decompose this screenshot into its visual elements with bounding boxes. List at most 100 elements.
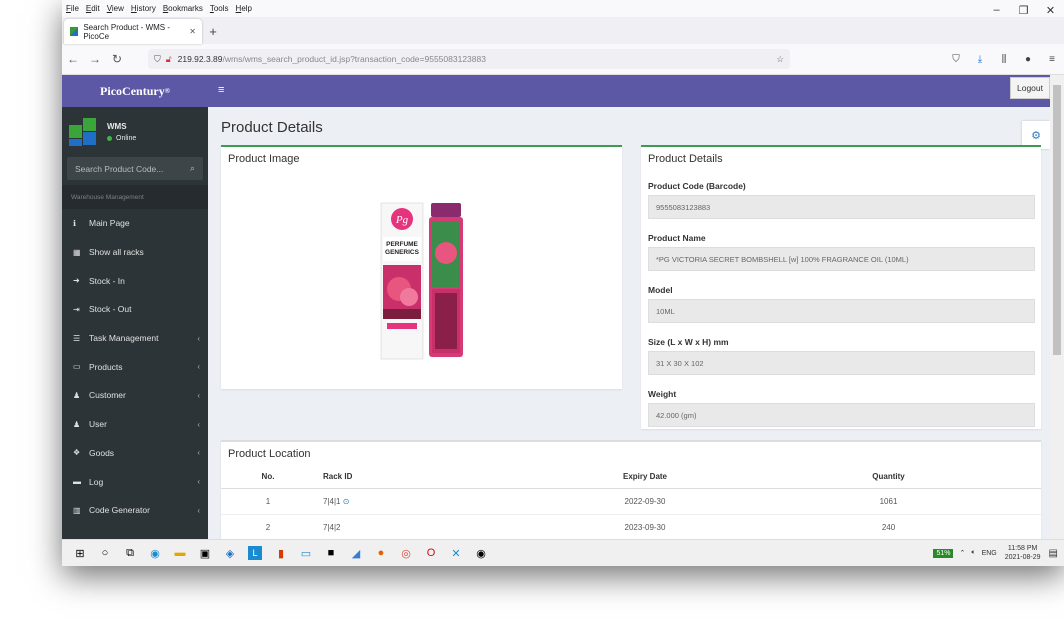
sidebar-section-header: Warehouse Management [62,185,208,209]
menu-bar: File Edit View History Bookmarks Tools H… [62,0,1064,17]
sign-in-icon: ➜ [73,276,80,286]
field-label-size: Size (L x W x H) mm [648,337,729,347]
location-table: No. Rack ID Expiry Date Quantity 1 7|4|1… [221,464,1041,540]
sidebar-item-label: Main Page [89,218,130,229]
library-icon[interactable]: ⫼ [992,54,1016,65]
scrollbar-thumb[interactable] [1053,85,1061,355]
table-row[interactable]: 1 7|4|1 ⊙ 2022-09-30 1061 [221,488,1041,515]
menu-tools[interactable]: Tools [210,4,229,13]
url-bar[interactable]: ⛉ 🔓︎ 219.92.3.89/wms/wms_search_product_… [148,49,790,69]
menu-help[interactable]: Help [236,4,252,13]
shield-icon[interactable]: ⛉ [154,54,161,65]
main-content: Product Details ⚙ Product Image Pg PERFU… [208,107,1050,540]
chevron-left-icon: ‹ [197,505,200,515]
minimize-icon[interactable]: – [983,0,1010,20]
task-view-icon[interactable]: ⧉ [118,543,142,563]
tab-bar: Search Product - WMS - PicoCe ✕ + [62,17,1064,44]
cell-quantity: 1061 [736,488,1041,515]
notification-icon[interactable]: ▤ [1049,548,1058,559]
app-tool-icon[interactable]: ◢ [344,543,368,563]
tab-close-icon[interactable]: ✕ [189,27,196,36]
rack-id-link[interactable]: 7|4|1 [323,497,341,506]
page-scrollbar[interactable] [1050,75,1064,540]
sidebar-item-label: Log [89,476,104,487]
app-window-icon[interactable]: ▭ [294,543,318,563]
speaker-icon[interactable]: 🔈︎ [971,549,975,557]
sidebar-item-label: Products [89,361,123,372]
info-icon: ℹ [73,218,77,228]
menu-history[interactable]: History [131,4,156,13]
bookmark-star-icon[interactable]: ☆ [776,54,784,65]
sidebar-item-code-generator[interactable]: ▥ Code Generator ‹ [62,496,208,525]
vs-icon[interactable]: ✕ [444,543,468,563]
browser-tab[interactable]: Search Product - WMS - PicoCe ✕ [64,19,202,44]
barcode-field[interactable]: 9555083123883 [648,195,1035,219]
search-icon[interactable]: ○ [93,543,117,563]
store-icon[interactable]: ▣ [193,543,217,563]
sidebar-item-show-all-racks[interactable]: ▦ Show all racks [62,238,208,267]
size-field[interactable]: 31 X 30 X 102 [648,351,1035,375]
windows-start-icon[interactable]: ⊞ [68,543,92,563]
github-icon[interactable]: ◉ [469,543,493,563]
locate-icon[interactable]: ⊙ [343,497,350,506]
account-icon[interactable]: ● [1016,54,1040,65]
tray-chevron-icon[interactable]: ⌃ [959,549,965,557]
forward-icon[interactable]: → [84,52,106,66]
insecure-lock-icon[interactable]: 🔓︎ [166,54,172,65]
restore-icon[interactable]: ❐ [1010,0,1037,20]
sidebar-item-stock-in[interactable]: ➜ Stock - In [62,266,208,295]
sidebar-item-main-page[interactable]: ℹ Main Page [62,209,208,238]
sidebar-item-stock-out[interactable]: ⇥ Stock - Out [62,295,208,324]
reload-icon[interactable]: ↻ [106,52,128,66]
svg-text:Pg: Pg [395,214,409,226]
battery-indicator[interactable]: 51% [933,548,954,558]
table-row[interactable]: 2 7|4|2 2023-09-30 240 [221,514,1041,540]
clock[interactable]: 11:58 PM 2021-08-29 [1005,544,1041,562]
menu-bookmarks[interactable]: Bookmarks [163,4,203,13]
user-icon: ♟ [73,419,81,429]
menu-toggle-icon[interactable]: ≡ [218,84,224,96]
sidebar-item-log[interactable]: ▬ Log ‹ [62,467,208,496]
clock-date: 2021-08-29 [1004,554,1041,561]
download-icon[interactable]: ⤓ [968,54,992,65]
new-tab-icon[interactable]: + [202,19,224,44]
user-panel: WMS Online [62,107,208,157]
cell-expiry: 2022-09-30 [554,488,736,515]
back-icon[interactable]: ← [62,52,84,66]
menu-edit[interactable]: Edit [86,4,100,13]
product-image-box: Product Image Pg PERFUME GENERICS [221,145,622,389]
terminal-icon[interactable]: ■ [319,543,343,563]
brand-logo[interactable]: PicoCentury ® [62,75,208,107]
hamburger-menu-icon[interactable]: ≡ [1040,54,1064,65]
user-icon: ♟ [73,390,81,400]
sidebar-item-products[interactable]: ▭ Products ‹ [62,352,208,381]
sidebar-item-customer[interactable]: ♟ Customer ‹ [62,381,208,410]
model-field[interactable]: 10ML [648,299,1035,323]
office-icon[interactable]: ▮ [269,543,293,563]
product-name-field[interactable]: *PG VICTORIA SECRET BOMBSHELL [w] 100% F… [648,247,1035,271]
sidebar-item-task-management[interactable]: ☰ Task Management ‹ [62,324,208,353]
search-icon[interactable]: ⌕ [190,163,195,174]
menu-file[interactable]: File [66,4,79,13]
app-l-icon[interactable]: L [248,546,262,560]
menu-view[interactable]: View [107,4,124,13]
web-app: PicoCentury ® WMS Online Search Product C… [62,75,1050,540]
chrome-icon[interactable]: ◎ [394,543,418,563]
close-icon[interactable]: ✕ [1037,0,1064,20]
firefox-icon[interactable]: ● [369,543,393,563]
cell-no: 1 [221,488,315,515]
sidebar-item-goods[interactable]: ❖ Goods ‹ [62,439,208,468]
network-app-icon[interactable]: ◈ [218,543,242,563]
sidebar-menu: ℹ Main Page ▦ Show all racks ➜ Stock - In ⇥… [62,209,208,525]
file-explorer-icon[interactable]: ▬ [168,543,192,563]
product-search-input[interactable]: Search Product Code... ⌕ [67,157,203,180]
opera-icon[interactable]: O [419,543,443,563]
pocket-icon[interactable]: ⛉ [944,54,968,65]
sidebar-item-user[interactable]: ♟ User ‹ [62,410,208,439]
chevron-left-icon: ‹ [197,448,200,458]
weight-field[interactable]: 42.000 (gm) [648,403,1035,427]
edge-icon[interactable]: ◉ [143,543,167,563]
url-path: /wms/wms_search_product_id.jsp?transacti… [222,54,486,64]
language-indicator[interactable]: ENG [982,550,997,557]
logout-button[interactable]: Logout [1010,77,1050,99]
